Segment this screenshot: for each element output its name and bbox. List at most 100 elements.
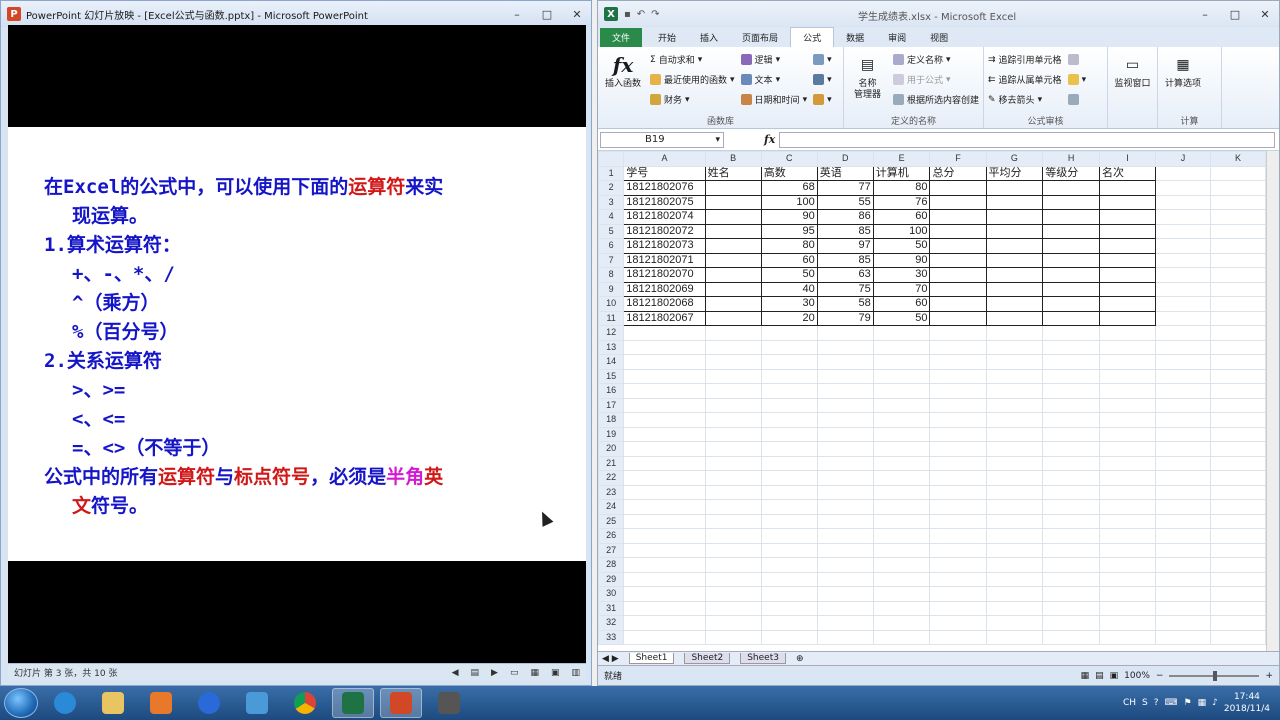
cell[interactable] (985, 194, 1044, 210)
cell[interactable] (1209, 281, 1266, 297)
cell[interactable]: 18121802071 (623, 252, 706, 268)
autosum-button[interactable]: Σ 自动求和 ▾ (650, 51, 735, 68)
cell[interactable] (1098, 325, 1156, 341)
cell[interactable] (985, 354, 1044, 370)
taskbar-media[interactable] (140, 688, 182, 718)
cell[interactable] (1098, 180, 1156, 196)
cell[interactable] (623, 397, 706, 413)
cell[interactable] (1154, 513, 1211, 529)
cell[interactable] (760, 325, 818, 341)
row-header[interactable]: 16 (598, 383, 625, 399)
cell[interactable] (1154, 470, 1211, 486)
cell[interactable] (1098, 542, 1156, 558)
cell[interactable]: 55 (816, 194, 874, 210)
cell[interactable] (1098, 281, 1156, 297)
row-header[interactable]: 24 (598, 499, 625, 515)
cell[interactable] (623, 557, 706, 573)
cell[interactable] (816, 383, 874, 399)
cell[interactable] (929, 470, 987, 486)
cell[interactable]: 86 (816, 209, 874, 225)
cell[interactable] (1154, 165, 1211, 181)
cell[interactable] (1209, 354, 1266, 370)
cell[interactable]: 等级分 (1042, 165, 1100, 181)
cell[interactable] (1042, 513, 1100, 529)
language-indicator[interactable]: CH (1123, 698, 1136, 708)
cell[interactable]: 英语 (816, 165, 874, 181)
cell[interactable] (929, 339, 987, 355)
maximize-icon[interactable]: □ (1227, 8, 1243, 21)
column-header[interactable]: H (1042, 151, 1100, 167)
cell[interactable] (704, 397, 762, 413)
vertical-scrollbar[interactable] (1266, 151, 1279, 651)
cell[interactable] (1209, 600, 1266, 616)
taskbar-explorer[interactable] (92, 688, 134, 718)
cell[interactable] (1154, 586, 1211, 602)
row-header[interactable]: 26 (598, 528, 625, 544)
row-header[interactable]: 5 (598, 223, 625, 239)
cell[interactable] (1042, 528, 1100, 544)
cell[interactable] (985, 397, 1044, 413)
cell[interactable] (760, 441, 818, 457)
watch-window-button[interactable]: ▭ 监视窗口 (1112, 51, 1153, 114)
cell[interactable] (760, 484, 818, 500)
cell[interactable] (1154, 383, 1211, 399)
cell[interactable] (760, 586, 818, 602)
cell[interactable]: 60 (872, 296, 931, 312)
cell[interactable]: 50 (872, 310, 931, 326)
row-header[interactable]: 27 (598, 542, 625, 558)
logical-button[interactable]: 逻辑 ▾ (740, 51, 808, 68)
cell[interactable] (1154, 571, 1211, 587)
cell[interactable] (1042, 223, 1100, 239)
row-header[interactable]: 10 (598, 296, 625, 312)
cell[interactable]: 80 (760, 238, 818, 254)
cell[interactable] (929, 368, 987, 384)
cell[interactable] (1098, 267, 1156, 283)
tab-insert[interactable]: 插入 (688, 28, 730, 47)
cell[interactable]: 75 (816, 281, 874, 297)
cell[interactable]: 85 (816, 223, 874, 239)
tray-sogou-icon[interactable]: S (1142, 698, 1148, 708)
cell[interactable] (1098, 238, 1156, 254)
cell[interactable] (985, 571, 1044, 587)
cell[interactable] (929, 252, 987, 268)
cell[interactable] (929, 397, 987, 413)
taskbar-excel[interactable] (332, 688, 374, 718)
cell[interactable] (872, 499, 931, 515)
row-header[interactable]: 2 (598, 180, 625, 196)
cell[interactable] (985, 368, 1044, 384)
cell[interactable] (1042, 209, 1100, 225)
evaluate-formula-button[interactable] (1067, 91, 1087, 108)
cell[interactable] (1154, 615, 1211, 631)
cell[interactable] (623, 629, 706, 645)
cell[interactable]: 姓名 (704, 165, 762, 181)
cell[interactable] (985, 542, 1044, 558)
cell[interactable] (704, 542, 762, 558)
cell[interactable]: 30 (760, 296, 818, 312)
cell[interactable] (1154, 354, 1211, 370)
cell[interactable] (816, 528, 874, 544)
cell[interactable] (1098, 223, 1156, 239)
cell[interactable] (760, 470, 818, 486)
cell[interactable] (872, 629, 931, 645)
cell[interactable] (1154, 281, 1211, 297)
slideshow-view-icon[interactable]: ▥ (571, 668, 580, 678)
taskbar-sogou[interactable] (188, 688, 230, 718)
cell[interactable] (872, 339, 931, 355)
cell[interactable] (1154, 629, 1211, 645)
cell[interactable] (760, 571, 818, 587)
cell[interactable] (1154, 542, 1211, 558)
row-header[interactable]: 6 (598, 238, 625, 254)
row-header[interactable]: 3 (598, 194, 625, 210)
zoom-level[interactable]: 100% (1124, 671, 1150, 681)
cell[interactable] (760, 499, 818, 515)
cell[interactable] (623, 470, 706, 486)
cell[interactable] (623, 586, 706, 602)
cell[interactable] (1098, 310, 1156, 326)
define-name-button[interactable]: 定义名称 ▾ (892, 51, 979, 68)
cell[interactable]: 18121802074 (623, 209, 706, 225)
cell[interactable] (1209, 339, 1266, 355)
cell[interactable] (1209, 180, 1266, 196)
cell[interactable] (1154, 441, 1211, 457)
cell[interactable] (1154, 252, 1211, 268)
cell[interactable] (704, 455, 762, 471)
